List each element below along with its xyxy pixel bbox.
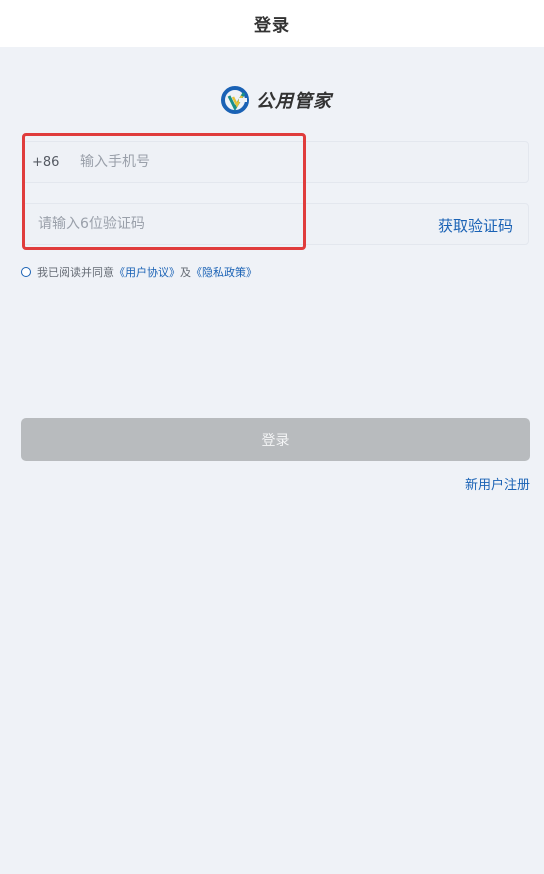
phone-field: +86 [22, 141, 529, 183]
phone-input[interactable] [80, 154, 460, 170]
agreement-text: 我已阅读并同意 [37, 266, 114, 279]
get-code-button[interactable]: 获取验证码 [438, 215, 513, 236]
country-code[interactable]: +86 [32, 155, 78, 170]
brand-logo: 公用管家 [220, 84, 332, 116]
company-logo-icon [221, 86, 249, 114]
agreement-row: 我已阅读并同意 《用户协议》 及 《隐私政策》 [21, 264, 257, 280]
agreement-and-text: 及 [180, 266, 191, 279]
agreement-radio[interactable] [21, 267, 31, 277]
header-bar: 登录 [0, 0, 544, 47]
privacy-policy-link[interactable]: 《隐私政策》 [191, 264, 257, 280]
login-page: 登录 公用管家 +86 获取验证码 我已阅读并同意 《用户协议》 及 《隐私政策… [0, 0, 544, 874]
user-agreement-link[interactable]: 《用户协议》 [114, 264, 180, 280]
verification-code-input[interactable] [38, 216, 368, 232]
login-button[interactable]: 登录 [21, 418, 530, 461]
page-title: 登录 [254, 16, 290, 36]
brand-name: 公用管家 [256, 91, 332, 112]
register-link[interactable]: 新用户注册 [465, 474, 530, 493]
verification-code-field: 获取验证码 [22, 203, 529, 245]
